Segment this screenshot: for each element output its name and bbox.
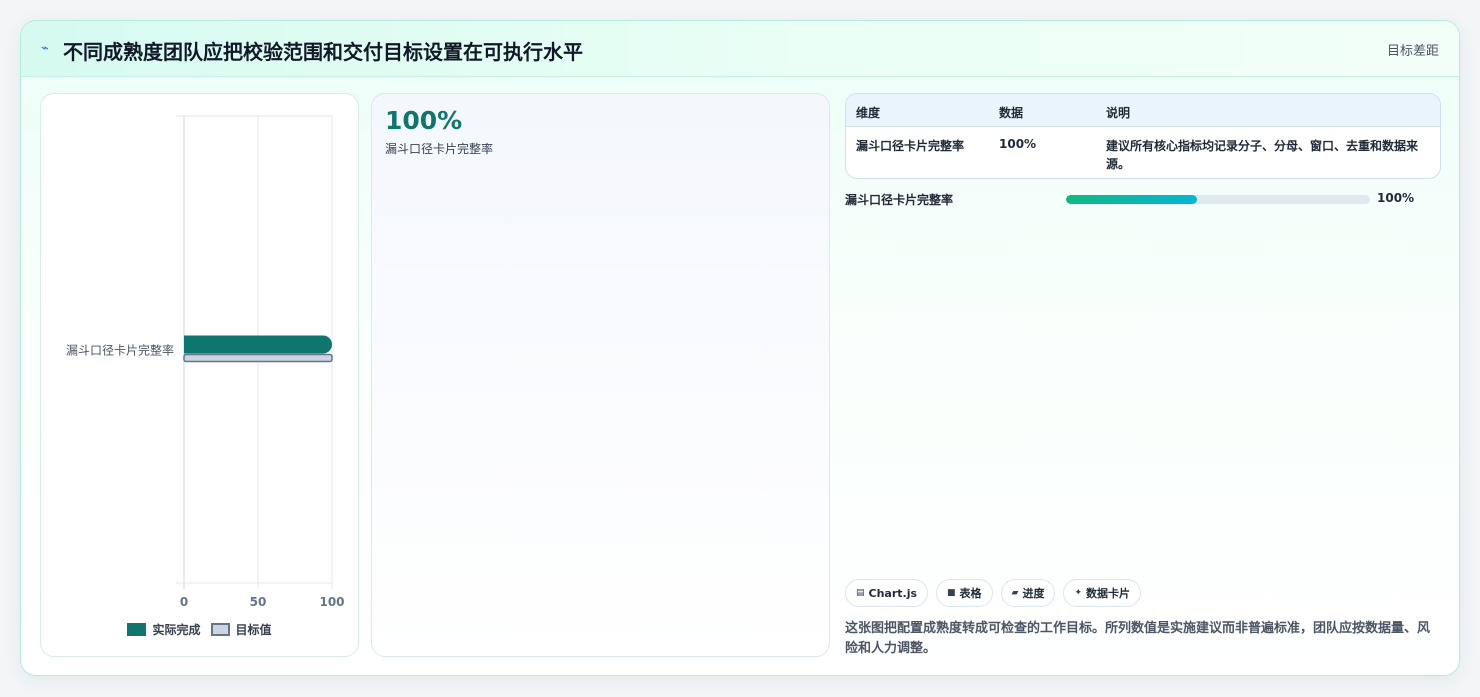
table-header-description: 说明 bbox=[1106, 106, 1131, 120]
bar-chart: 0 50 100 漏斗口径卡片完整率 bbox=[66, 115, 345, 609]
header-tag: 目标差距 bbox=[1386, 44, 1439, 59]
progress-track bbox=[1066, 195, 1370, 204]
chart-panel: 0 50 100 漏斗口径卡片完整率 实际完成 目标值 bbox=[40, 93, 359, 657]
legend-item-target[interactable]: 目标值 bbox=[210, 621, 272, 638]
sparkle-icon: ⌁ bbox=[41, 41, 49, 56]
x-tick-label: 50 bbox=[250, 595, 267, 609]
data-table: 维度 数据 说明 漏斗口径卡片完整率 100% 建议所有核心指标均记录分子、分母… bbox=[845, 93, 1441, 179]
chip-label: 进度 bbox=[1022, 587, 1045, 600]
chart-legend: 实际完成 目标值 bbox=[41, 620, 358, 638]
legend-item-actual[interactable]: 实际完成 bbox=[127, 621, 201, 638]
stat-card: 100% 漏斗口径卡片完整率 bbox=[371, 93, 830, 657]
chip-progress[interactable]: ▰ 进度 bbox=[1000, 579, 1056, 607]
feature-chips: ▤ Chart.js ■ 表格 ▰ 进度 ✦ 数据卡片 bbox=[845, 579, 1142, 607]
progress-fill bbox=[1066, 195, 1197, 204]
chip-label: 数据卡片 bbox=[1086, 587, 1131, 600]
table-cell-data: 100% bbox=[999, 137, 1037, 151]
table-header-dimension: 维度 bbox=[856, 106, 881, 120]
report-card: ⌁ 不同成熟度团队应把校验范围和交付目标设置在可执行水平 目标差距 0 50 100… bbox=[20, 20, 1460, 676]
legend-label-target: 目标值 bbox=[235, 622, 272, 637]
chip-label: 表格 bbox=[959, 587, 982, 600]
x-tick-label: 0 bbox=[180, 595, 188, 609]
bar-target bbox=[183, 353, 333, 363]
chip-chartjs[interactable]: ▤ Chart.js bbox=[845, 579, 929, 607]
y-category-label: 漏斗口径卡片完整率 bbox=[66, 343, 174, 358]
legend-swatch-actual bbox=[127, 622, 147, 636]
bar-actual bbox=[184, 335, 332, 354]
chart-icon: ▤ bbox=[856, 588, 865, 598]
table-cell-dimension: 漏斗口径卡片完整率 bbox=[856, 139, 965, 153]
star-icon: ✦ bbox=[1074, 588, 1083, 598]
table-row: 漏斗口径卡片完整率 100% 建议所有核心指标均记录分子、分母、窗口、去重和数据… bbox=[846, 127, 1440, 178]
table-header-data: 数据 bbox=[999, 106, 1024, 120]
chip-data-card[interactable]: ✦ 数据卡片 bbox=[1063, 579, 1142, 607]
x-tick-label: 100 bbox=[319, 595, 344, 609]
table-cell-description: 建议所有核心指标均记录分子、分母、窗口、去重和数据来源。 bbox=[1106, 139, 1419, 171]
legend-label-actual: 实际完成 bbox=[152, 622, 201, 637]
page-title: 不同成熟度团队应把校验范围和交付目标设置在可执行水平 bbox=[63, 40, 583, 64]
table-icon: ■ bbox=[947, 588, 956, 598]
card-header: ⌁ 不同成熟度团队应把校验范围和交付目标设置在可执行水平 目标差距 bbox=[21, 21, 1459, 77]
stat-value: 100% bbox=[385, 106, 463, 135]
bar-actual-base bbox=[184, 335, 194, 354]
progress-row: 漏斗口径卡片完整率 100% bbox=[845, 191, 1441, 209]
chip-label: Chart.js bbox=[868, 586, 918, 600]
progress-label: 漏斗口径卡片完整率 bbox=[845, 193, 954, 207]
progress-value: 100% bbox=[1377, 191, 1415, 205]
legend-swatch-target bbox=[210, 622, 230, 636]
table-header: 维度 数据 说明 bbox=[846, 94, 1440, 127]
chip-table[interactable]: ■ 表格 bbox=[936, 579, 993, 607]
progress-icon: ▰ bbox=[1011, 588, 1019, 598]
stat-label: 漏斗口径卡片完整率 bbox=[385, 142, 494, 156]
footnote: 这张图把配置成熟度转成可检查的工作目标。所列数值是实施建议而非普遍标准，团队应按… bbox=[845, 621, 1431, 656]
